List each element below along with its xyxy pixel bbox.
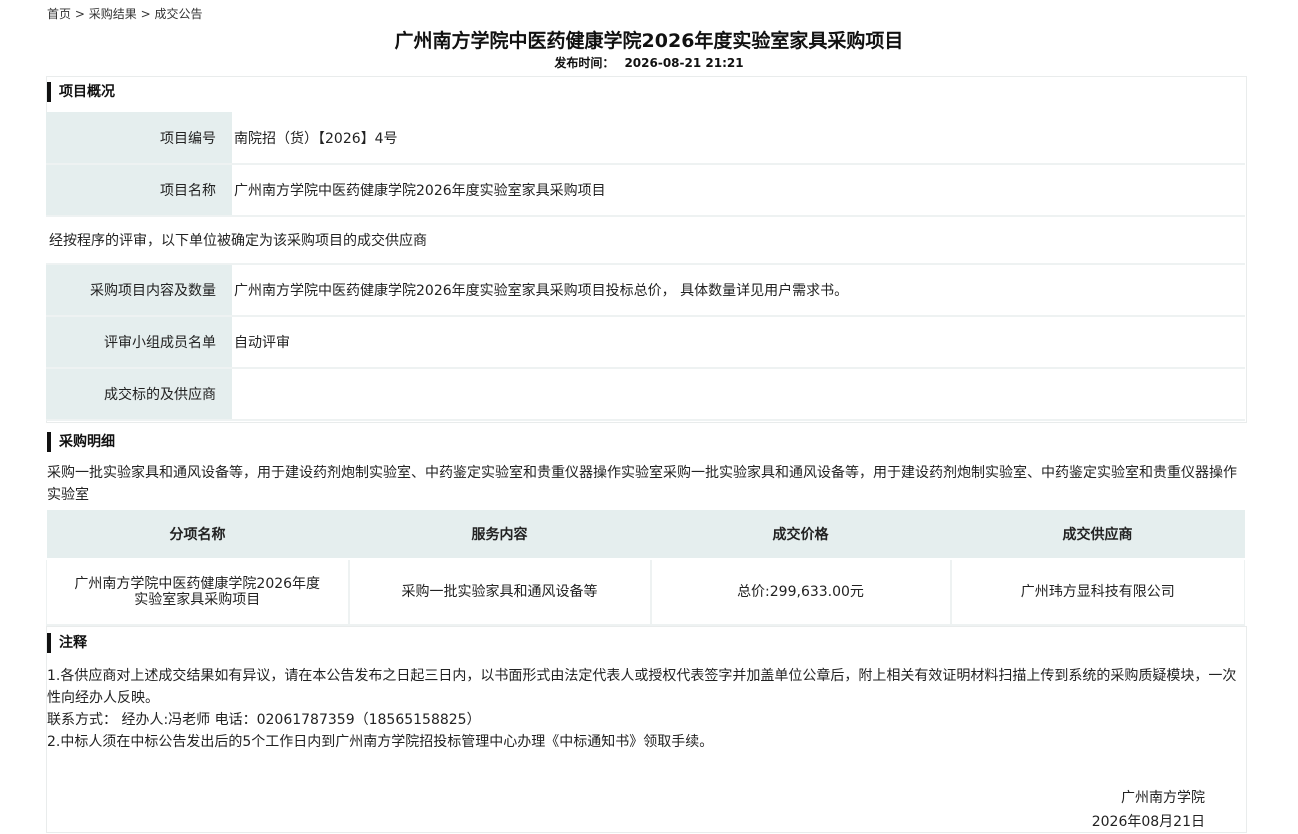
notes-heading: 注释 bbox=[47, 633, 87, 653]
winner-value bbox=[232, 368, 1245, 421]
signature-date: 2026年08月21日 bbox=[1091, 814, 1205, 830]
project-number-label: 项目编号 bbox=[46, 112, 232, 165]
table-row: 采购项目内容及数量 广州南方学院中医药健康学院2026年度实验室家具采购项目投标… bbox=[46, 264, 1245, 317]
winner-label: 成交标的及供应商 bbox=[46, 368, 232, 421]
column-header: 成交价格 bbox=[650, 510, 951, 560]
notes-body: 1.各供应商对上述成交结果如有异议，请在本公告发布之日起三日内，以书面形式由法定… bbox=[47, 665, 1245, 753]
items-table: 分项名称 服务内容 成交价格 成交供应商 广州南方学院中医药健康学院2026年度… bbox=[46, 510, 1245, 626]
table-row: 经按程序的评审，以下单位被确定为该采购项目的成交供应商 bbox=[46, 216, 1245, 265]
supplier-cell: 广州玮方显科技有限公司 bbox=[949, 559, 1245, 626]
note-item: 1.各供应商对上述成交结果如有异议，请在本公告发布之日起三日内，以书面形式由法定… bbox=[47, 668, 1237, 706]
table-row: 项目名称 广州南方学院中医药健康学院2026年度实验室家具采购项目 bbox=[46, 164, 1245, 217]
note-item: 2.中标人须在中标公告发出后的5个工作日内到广州南方学院招投标管理中心办理《中标… bbox=[47, 734, 714, 750]
project-name-label: 项目名称 bbox=[46, 164, 232, 217]
content-quantity-value: 广州南方学院中医药健康学院2026年度实验室家具采购项目投标总价， 具体数量详见… bbox=[232, 264, 1245, 317]
breadcrumb: 首页 > 采购结果 > 成交公告 bbox=[47, 5, 202, 22]
contact-info: 联系方式： 经办人:冯老师 电话：02061787359（18565158825… bbox=[47, 712, 481, 728]
table-row: 成交标的及供应商 bbox=[46, 368, 1245, 421]
evaluation-statement: 经按程序的评审，以下单位被确定为该采购项目的成交供应商 bbox=[46, 216, 1245, 265]
price-cell: 总价:299,633.00元 bbox=[649, 559, 951, 626]
item-name-line: 实验室家具采购项目 bbox=[134, 592, 261, 608]
table-row: 项目编号 南院招（货）【2026】4号 bbox=[46, 112, 1245, 165]
detail-heading: 采购明细 bbox=[47, 432, 115, 452]
signature-org: 广州南方学院 bbox=[1121, 790, 1205, 806]
table-row: 评审小组成员名单 自动评审 bbox=[46, 316, 1245, 369]
review-panel-label: 评审小组成员名单 bbox=[46, 316, 232, 369]
publish-time-value: 2026-08-21 21:21 bbox=[624, 56, 744, 70]
breadcrumb-current: 成交公告 bbox=[154, 7, 203, 21]
breadcrumb-separator: > bbox=[74, 7, 85, 21]
overview-heading: 项目概况 bbox=[47, 82, 115, 102]
breadcrumb-results-link[interactable]: 采购结果 bbox=[89, 7, 137, 21]
column-header: 成交供应商 bbox=[950, 510, 1245, 560]
page-title: 广州南方学院中医药健康学院2026年度实验室家具采购项目 bbox=[394, 30, 904, 52]
project-number-value: 南院招（货）【2026】4号 bbox=[232, 112, 1245, 165]
breadcrumb-separator: > bbox=[140, 7, 151, 21]
column-header: 分项名称 bbox=[46, 510, 349, 560]
detail-description: 采购一批实验家具和通风设备等，用于建设药剂炮制实验室、中药鉴定实验室和贵重仪器操… bbox=[47, 465, 1237, 503]
overview-table: 项目编号 南院招（货）【2026】4号 项目名称 广州南方学院中医药健康学院20… bbox=[46, 112, 1245, 421]
content-quantity-label: 采购项目内容及数量 bbox=[46, 264, 232, 317]
review-panel-value: 自动评审 bbox=[232, 316, 1245, 369]
announcement-page: 首页 > 采购结果 > 成交公告 广州南方学院中医药健康学院2026年度实验室家… bbox=[0, 0, 1298, 834]
breadcrumb-home-link[interactable]: 首页 bbox=[47, 7, 71, 21]
item-name-line: 广州南方学院中医药健康学院2026年度 bbox=[74, 576, 321, 592]
publish-time: 发布时间： 2026-08-21 21:21 bbox=[0, 54, 1298, 71]
project-name-value: 广州南方学院中医药健康学院2026年度实验室家具采购项目 bbox=[232, 164, 1245, 217]
column-header: 服务内容 bbox=[348, 510, 651, 560]
service-content-cell: 采购一批实验家具和通风设备等 bbox=[347, 559, 651, 626]
table-header-row: 分项名称 服务内容 成交价格 成交供应商 bbox=[46, 510, 1245, 560]
publish-time-label: 发布时间： bbox=[554, 56, 615, 70]
table-row: 广州南方学院中医药健康学院2026年度 实验室家具采购项目 采购一批实验家具和通… bbox=[46, 559, 1245, 626]
item-name-cell: 广州南方学院中医药健康学院2026年度 实验室家具采购项目 bbox=[46, 559, 349, 626]
